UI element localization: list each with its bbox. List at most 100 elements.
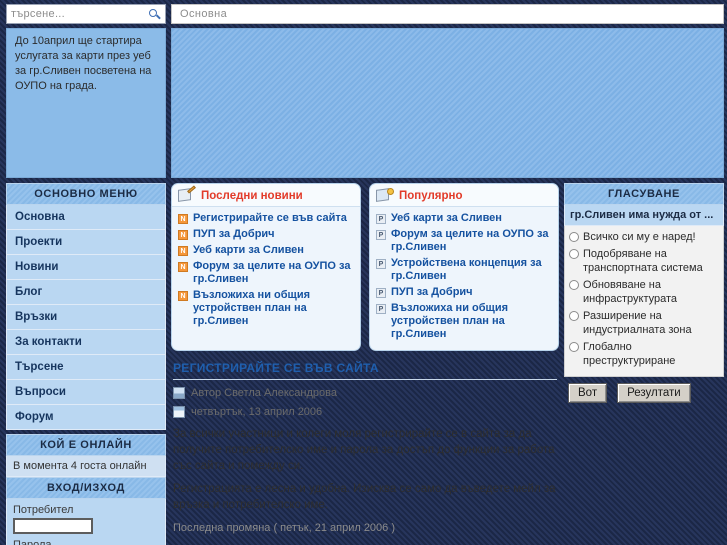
login-form: Потребител Парола — [6, 499, 166, 545]
article-author: Автор Светла Александрова — [191, 387, 337, 399]
sidebar-item-osnovna[interactable]: Основна — [6, 205, 166, 230]
popular-bullet-icon: P — [376, 214, 386, 224]
poll-option[interactable]: Всичко си му е наред! — [569, 230, 719, 244]
center-content: Последни новини N Регистрирайте се във с… — [171, 183, 559, 545]
sidebar-item-kontakti[interactable]: За контакти — [6, 330, 166, 355]
article-author-row: Автор Светла Александрова — [173, 387, 557, 399]
radio-icon[interactable] — [569, 311, 579, 321]
latest-news-header: Последни новини — [172, 184, 360, 207]
search-icon[interactable] — [148, 8, 161, 21]
left-sidebar: ОСНОВНО МЕНЮ Основна Проекти Новини Блог… — [6, 183, 166, 545]
news-link[interactable]: Форум за целите на ОУПО за гр.Сливен — [193, 260, 354, 286]
sidebar-item-vrazki[interactable]: Връзки — [6, 305, 166, 330]
feature-boxes-row: Последни новини N Регистрирайте се във с… — [171, 183, 559, 351]
poll-question: гр.Сливен има нужда от ... — [564, 205, 724, 226]
poll-option-label: Глобално преструктуриране — [583, 341, 676, 367]
poll-option-label: Разширение на индустриалната зона — [583, 310, 692, 336]
news-bullet-icon: N — [178, 214, 188, 224]
results-button[interactable]: Резултати — [617, 383, 691, 403]
tab-bar: Основна — [171, 4, 724, 24]
login-header: ВХОД/ИЗХОД — [6, 477, 166, 499]
popular-box: Популярно P Уеб карти за Сливен P Форум … — [369, 183, 559, 351]
poll-option[interactable]: Разширение на индустриалната зона — [569, 309, 719, 337]
popular-link[interactable]: Възложиха ни общия устройствен план на г… — [391, 302, 552, 341]
username-label: Потребител — [13, 504, 74, 516]
poll-option[interactable]: Обновяване на инфраструктурата — [569, 278, 719, 306]
latest-news-box: Последни новини N Регистрирайте се във с… — [171, 183, 361, 351]
sidebar-item-forum[interactable]: Форум — [6, 405, 166, 430]
list-item[interactable]: N Регистрирайте се във сайта — [178, 212, 354, 225]
list-item[interactable]: P Възложиха ни общия устройствен план на… — [376, 302, 552, 341]
article-title[interactable]: РЕГИСТРИРАЙТЕ СЕ ВЪВ САЙТА — [173, 361, 557, 380]
popular-link[interactable]: ПУП за Добрич — [391, 286, 473, 299]
list-item[interactable]: P ПУП за Добрич — [376, 286, 552, 299]
list-item[interactable]: N Възложиха ни общия устройствен план на… — [178, 289, 354, 328]
popular-header: Популярно — [370, 184, 558, 207]
right-sidebar: ГЛАСУВАНЕ гр.Сливен има нужда от ... Вси… — [564, 183, 724, 403]
popular-bullet-icon: P — [376, 304, 386, 314]
top-right-column: Основна — [171, 4, 724, 178]
top-row: търсене... До 10април ще стартира услуга… — [0, 0, 727, 178]
popular-bullet-icon: P — [376, 230, 386, 240]
popular-bullet-icon: P — [376, 288, 386, 298]
poll-option[interactable]: Глобално преструктуриране — [569, 340, 719, 368]
radio-icon[interactable] — [569, 249, 579, 259]
poll-option-label: Подобряване на транспортната система — [583, 248, 703, 274]
who-is-online-text: В момента 4 госта онлайн — [6, 456, 166, 477]
main-menu-header: ОСНОВНО МЕНЮ — [6, 183, 166, 205]
username-field[interactable] — [13, 518, 93, 534]
search-box[interactable]: търсене... — [6, 4, 166, 24]
sidebar-item-tarsene[interactable]: Търсене — [6, 355, 166, 380]
article-body: За всички участници и колеги моля регист… — [173, 426, 557, 536]
poll-buttons: Вот Резултати — [564, 377, 724, 403]
poll-option-label: Обновяване на инфраструктурата — [583, 279, 678, 305]
sidebar-item-vaprosi[interactable]: Въпроси — [6, 380, 166, 405]
popular-list: P Уеб карти за Сливен P Форум за целите … — [370, 207, 558, 341]
author-icon — [173, 387, 185, 399]
poll-option-label: Всичко си му е наред! — [583, 231, 696, 243]
main-menu-list: Основна Проекти Новини Блог Връзки За ко… — [6, 205, 166, 430]
article-paragraph: За всички участници и колеги моля регист… — [173, 428, 555, 472]
poll-option[interactable]: Подобряване на транспортната система — [569, 247, 719, 275]
news-link[interactable]: Възложиха ни общия устройствен план на г… — [193, 289, 354, 328]
list-item[interactable]: P Уеб карти за Сливен — [376, 212, 552, 225]
article-paragraph: Регистрацията е лесна и удобна. Изисква … — [173, 483, 556, 511]
list-item[interactable]: P Форум за целите на ОУПО за гр.Сливен — [376, 228, 552, 254]
article-date-row: четвъртък, 13 април 2006 — [173, 406, 557, 418]
page-root: търсене... До 10април ще стартира услуга… — [0, 0, 727, 545]
popular-link[interactable]: Устройствена концепция за гр.Сливен — [391, 257, 552, 283]
popular-title: Популярно — [399, 189, 463, 202]
radio-icon[interactable] — [569, 342, 579, 352]
radio-icon[interactable] — [569, 280, 579, 290]
tab-osnovna[interactable]: Основна — [180, 8, 227, 20]
sidebar-item-novini[interactable]: Новини — [6, 255, 166, 280]
news-link[interactable]: Регистрирайте се във сайта — [193, 212, 347, 225]
popular-link[interactable]: Уеб карти за Сливен — [391, 212, 502, 225]
search-input[interactable]: търсене... — [11, 8, 148, 20]
latest-news-list: N Регистрирайте се във сайта N ПУП за До… — [172, 207, 360, 328]
list-item[interactable]: N ПУП за Добрич — [178, 228, 354, 241]
news-ticker: До 10април ще стартира услугата за карти… — [6, 28, 166, 178]
list-item[interactable]: P Устройствена концепция за гр.Сливен — [376, 257, 552, 283]
sidebar-item-proekti[interactable]: Проекти — [6, 230, 166, 255]
article-last-modified: Последна промяна ( петък, 21 април 2006 … — [173, 522, 396, 534]
list-item[interactable]: N Форум за целите на ОУПО за гр.Сливен — [178, 260, 354, 286]
popular-bullet-icon: P — [376, 259, 386, 269]
news-link[interactable]: ПУП за Добрич — [193, 228, 275, 241]
password-label: Парола — [13, 539, 52, 545]
radio-icon[interactable] — [569, 232, 579, 242]
article-date: четвъртък, 13 април 2006 — [191, 406, 323, 418]
article: РЕГИСТРИРАЙТЕ СЕ ВЪВ САЙТА Автор Светла … — [171, 351, 559, 545]
calendar-icon — [173, 406, 185, 418]
banner-image — [171, 28, 724, 178]
news-pen-icon — [178, 185, 196, 203]
poll-header: ГЛАСУВАНЕ — [564, 183, 724, 205]
news-link[interactable]: Уеб карти за Сливен — [193, 244, 304, 257]
sidebar-item-blog[interactable]: Блог — [6, 280, 166, 305]
news-bullet-icon: N — [178, 246, 188, 256]
list-item[interactable]: N Уеб карти за Сливен — [178, 244, 354, 257]
news-bullet-icon: N — [178, 291, 188, 301]
top-left-column: търсене... До 10април ще стартира услуга… — [6, 4, 166, 178]
vote-button[interactable]: Вот — [568, 383, 608, 403]
popular-link[interactable]: Форум за целите на ОУПО за гр.Сливен — [391, 228, 552, 254]
